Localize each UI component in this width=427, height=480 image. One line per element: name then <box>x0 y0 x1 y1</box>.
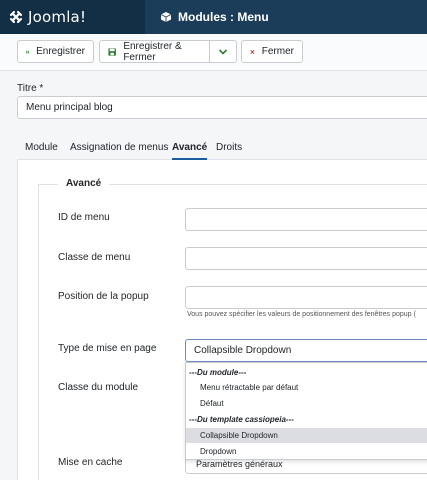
optgroup-module: ---Du module--- <box>189 368 247 377</box>
title-label: Titre * <box>17 83 44 94</box>
popup-position-help: Vous pouvez spécifier les valeurs de pos… <box>187 311 416 318</box>
tab-advanced[interactable]: Avancé <box>172 137 208 160</box>
tab-module[interactable]: Module <box>25 137 58 160</box>
tab-menu-assignment[interactable]: Assignation de menus <box>70 137 168 160</box>
save-close-label: Enregistrer & Fermer <box>123 40 182 63</box>
page-title: Modules : Menu <box>160 0 269 34</box>
close-icon <box>250 49 255 54</box>
layout-dropdown-list: ---Du module--- Menu rétractable par déf… <box>185 362 427 460</box>
layout-select[interactable]: Collapsible Dropdown <box>185 339 427 362</box>
page-title-text: Modules : Menu <box>178 10 269 24</box>
save-icon <box>26 50 29 53</box>
menu-class-label: Classe de menu <box>58 252 131 263</box>
save-button[interactable]: Enregistrer <box>17 40 94 63</box>
menu-class-input[interactable] <box>185 247 427 270</box>
close-label: Fermer <box>261 46 294 57</box>
top-bar: Joomla! Modules : Menu <box>0 0 427 34</box>
menu-id-input[interactable] <box>185 208 427 231</box>
layout-selected-value: Collapsible Dropdown <box>194 345 292 356</box>
save-label: Enregistrer <box>36 46 85 57</box>
cache-value: Paramètres généraux <box>196 459 283 469</box>
save-options-dropdown-button[interactable] <box>209 40 237 63</box>
tab-bar: Module Assignation de menus Avancé Droit… <box>17 137 427 160</box>
popup-position-label: Position de la popup <box>58 291 149 302</box>
menu-id-label: ID de menu <box>58 212 110 223</box>
option-default[interactable]: Défaut <box>186 396 427 411</box>
chevron-down-icon <box>218 48 228 55</box>
cache-label: Mise en cache <box>58 457 123 468</box>
layout-label: Type de mise en page <box>58 343 157 354</box>
toolbar: Enregistrer Enregistrer & Fermer Fermer <box>0 34 427 71</box>
close-button[interactable]: Fermer <box>241 40 303 63</box>
logo[interactable]: Joomla! <box>0 0 145 34</box>
save-icon <box>108 47 116 56</box>
option-collapsible-dropdown[interactable]: Collapsible Dropdown <box>186 428 427 443</box>
joomla-logo-icon <box>9 10 23 24</box>
cube-icon <box>160 12 172 22</box>
brand-name: Joomla! <box>28 8 87 26</box>
title-field[interactable]: Menu principal blog <box>17 96 427 119</box>
module-class-label: Classe du module <box>58 382 139 393</box>
save-close-button[interactable]: Enregistrer & Fermer <box>99 40 210 63</box>
option-dropdown[interactable]: Dropdown <box>186 444 427 459</box>
popup-position-input[interactable] <box>185 286 427 309</box>
tab-permissions[interactable]: Droits <box>216 137 242 160</box>
title-value: Menu principal blog <box>26 102 113 113</box>
optgroup-template: ---Du template cassiopeia--- <box>189 415 294 424</box>
option-collapsible-default[interactable]: Menu rétractable par défaut <box>186 380 427 395</box>
fieldset-legend: Avancé <box>58 178 110 189</box>
